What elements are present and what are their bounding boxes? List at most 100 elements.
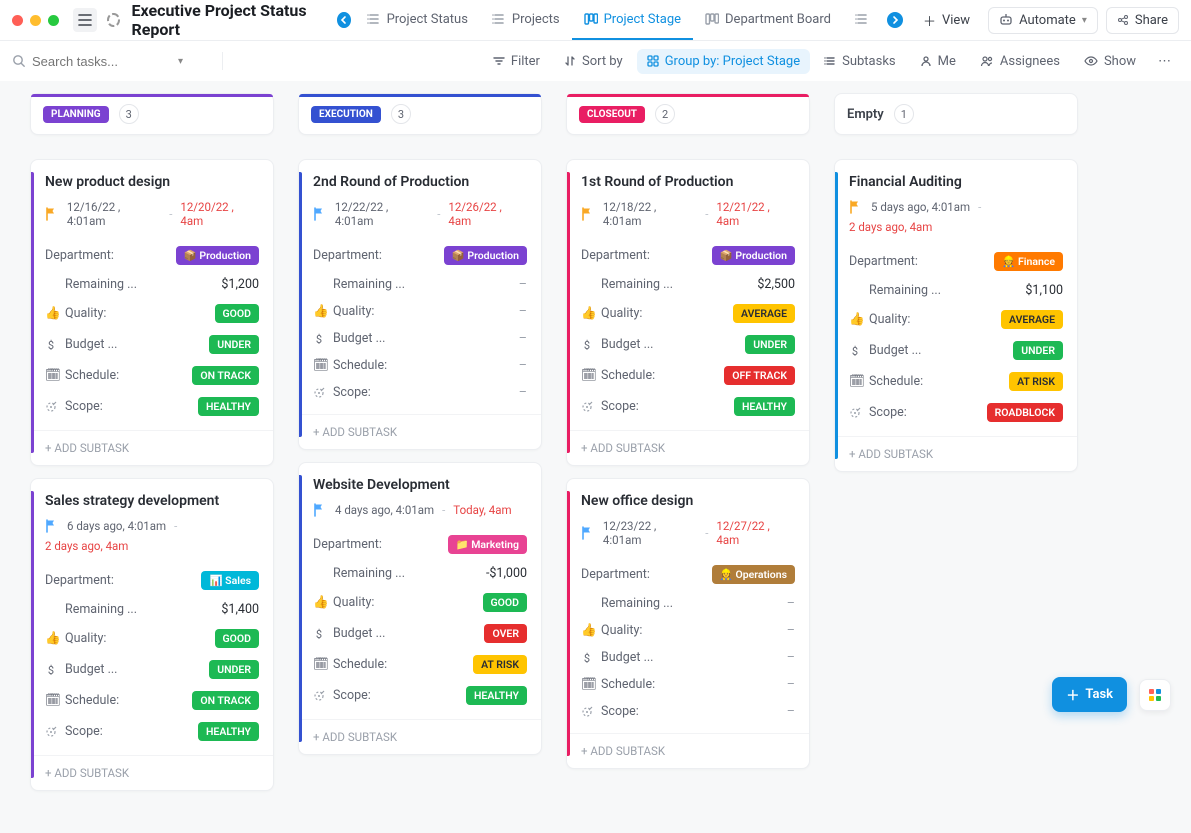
- more-icon[interactable]: ⋯: [1150, 49, 1179, 74]
- date-end: Today, 4am: [453, 503, 511, 517]
- column-title: PLANNING: [43, 106, 109, 123]
- card-title: Website Development: [313, 477, 527, 493]
- add-subtask-button[interactable]: + ADD SUBTASK: [835, 436, 1077, 471]
- meta-row: 👍Quality: GOOD: [45, 623, 259, 654]
- subtasks-icon: [824, 55, 836, 67]
- meta-row: Department: 📦 Production: [45, 240, 259, 271]
- filter-button[interactable]: Filter: [483, 49, 550, 74]
- card-dates: 4 days ago, 4:01am-Today, 4am: [313, 503, 527, 517]
- apps-button[interactable]: [1139, 679, 1171, 711]
- group-by-button[interactable]: Group by: Project Stage: [637, 49, 810, 74]
- show-button[interactable]: Show: [1074, 49, 1146, 74]
- date-end: 12/26/22 , 4am: [448, 200, 527, 228]
- nav-scroll-icon[interactable]: [887, 12, 903, 28]
- status-chip: HEALTHY: [198, 397, 259, 416]
- column-header[interactable]: PLANNING 3: [30, 93, 274, 135]
- close-icon[interactable]: [12, 15, 23, 26]
- board-icon: [705, 12, 719, 26]
- meta-row: 👍Quality: GOOD: [45, 298, 259, 329]
- automate-label: Automate: [1019, 13, 1076, 28]
- task-card[interactable]: New office design 12/23/22 , 4:01am-12/2…: [566, 478, 810, 769]
- nav-back-icon[interactable]: [337, 12, 351, 28]
- meta-row: Scope: –: [581, 698, 795, 725]
- meta-label: Remaining ...: [869, 283, 941, 298]
- board-icon: [584, 12, 598, 26]
- meta-row: Remaining ... $2,500: [581, 271, 795, 298]
- tab-department-board[interactable]: Department Board: [693, 0, 843, 40]
- person-icon: [920, 55, 932, 67]
- add-subtask-button[interactable]: + ADD SUBTASK: [567, 733, 809, 768]
- department-chip: 📊 Sales: [201, 571, 259, 590]
- add-subtask-button[interactable]: + ADD SUBTASK: [31, 755, 273, 790]
- search-wrap: ▾: [12, 54, 212, 69]
- add-subtask-button[interactable]: + ADD SUBTASK: [299, 719, 541, 754]
- meta-label: Schedule:: [333, 358, 387, 373]
- svg-text:$: $: [48, 339, 54, 351]
- menu-icon[interactable]: [73, 8, 97, 32]
- tab-overflow[interactable]: [843, 0, 881, 40]
- search-input[interactable]: [32, 54, 172, 69]
- status-chip: HEALTHY: [466, 686, 527, 705]
- status-chip: OFF TRACK: [724, 366, 795, 385]
- card-dates: 6 days ago, 4:01am-: [45, 519, 259, 533]
- column-empty: Empty 1 Financial Auditing 5 days ago, 4…: [834, 93, 1078, 484]
- add-subtask-button[interactable]: + ADD SUBTASK: [299, 414, 541, 449]
- value-empty: –: [787, 623, 795, 638]
- me-label: Me: [938, 54, 956, 69]
- view-tabs: Project StatusProjectsProject Stage Depar…: [355, 0, 909, 40]
- add-subtask-button[interactable]: + ADD SUBTASK: [31, 430, 273, 465]
- task-card[interactable]: New product design 12/16/22 , 4:01am-12/…: [30, 159, 274, 466]
- task-card[interactable]: Financial Auditing 5 days ago, 4:01am- 2…: [834, 159, 1078, 472]
- task-card[interactable]: 1st Round of Production 12/18/22 , 4:01a…: [566, 159, 810, 466]
- meta-label: Budget ...: [65, 662, 117, 677]
- thumb-icon: 👍: [45, 631, 59, 646]
- automate-button[interactable]: Automate ▾: [988, 7, 1098, 34]
- tab-project-stage[interactable]: Project Stage: [572, 0, 693, 40]
- card-dates: 12/18/22 , 4:01am-12/21/22 , 4am: [581, 200, 795, 228]
- value-text: $1,400: [221, 602, 259, 617]
- svg-text:$: $: [584, 339, 590, 351]
- me-button[interactable]: Me: [910, 49, 966, 74]
- column-planning: PLANNING 3 New product design 12/16/22 ,…: [30, 93, 274, 803]
- column-header[interactable]: Empty 1: [834, 93, 1078, 135]
- new-task-button[interactable]: ＋ Task: [1052, 677, 1127, 712]
- add-subtask-button[interactable]: + ADD SUBTASK: [567, 430, 809, 465]
- tab-projects[interactable]: Projects: [480, 0, 572, 40]
- show-label: Show: [1104, 54, 1136, 69]
- minimize-icon[interactable]: [30, 15, 41, 26]
- meta-row: Remaining ... $1,100: [849, 277, 1063, 304]
- apps-icon: [1149, 689, 1161, 701]
- meta-label: Budget ...: [601, 337, 653, 352]
- card-stripe: [835, 172, 838, 459]
- tab-project-status[interactable]: Project Status: [355, 0, 480, 40]
- add-view-button[interactable]: ＋ View: [913, 6, 980, 35]
- calendar-icon: 🗓: [581, 368, 595, 383]
- sort-button[interactable]: Sort by: [554, 49, 633, 74]
- subtasks-button[interactable]: Subtasks: [814, 49, 906, 74]
- tab-label: Department Board: [725, 12, 831, 27]
- column-header[interactable]: CLOSEOUT 2: [566, 93, 810, 135]
- meta-row: Department: 📦 Production: [581, 240, 795, 271]
- meta-row: $Budget ... OVER: [313, 618, 527, 649]
- task-card[interactable]: Sales strategy development 6 days ago, 4…: [30, 478, 274, 791]
- task-card[interactable]: Website Development 4 days ago, 4:01am-T…: [298, 462, 542, 755]
- scope-icon: [313, 690, 327, 702]
- thumb-icon: 👍: [313, 304, 327, 319]
- card-stripe: [31, 172, 34, 453]
- meta-label: Quality:: [601, 623, 642, 638]
- date-end: 12/21/22 , 4am: [716, 200, 795, 228]
- meta-row: Remaining ... $1,400: [45, 596, 259, 623]
- status-chip: HEALTHY: [734, 397, 795, 416]
- chevron-down-icon[interactable]: ▾: [178, 56, 183, 67]
- maximize-icon[interactable]: [48, 15, 59, 26]
- list-icon: [367, 12, 381, 26]
- share-button[interactable]: Share: [1106, 7, 1179, 34]
- assignees-button[interactable]: Assignees: [970, 49, 1070, 74]
- calendar-icon: 🗓: [45, 693, 59, 708]
- flag-icon: [45, 519, 59, 533]
- status-chip: ON TRACK: [192, 691, 259, 710]
- column-execution: EXECUTION 3 2nd Round of Production 12/2…: [298, 93, 542, 767]
- flag-icon: [849, 200, 863, 214]
- column-header[interactable]: EXECUTION 3: [298, 93, 542, 135]
- task-card[interactable]: 2nd Round of Production 12/22/22 , 4:01a…: [298, 159, 542, 450]
